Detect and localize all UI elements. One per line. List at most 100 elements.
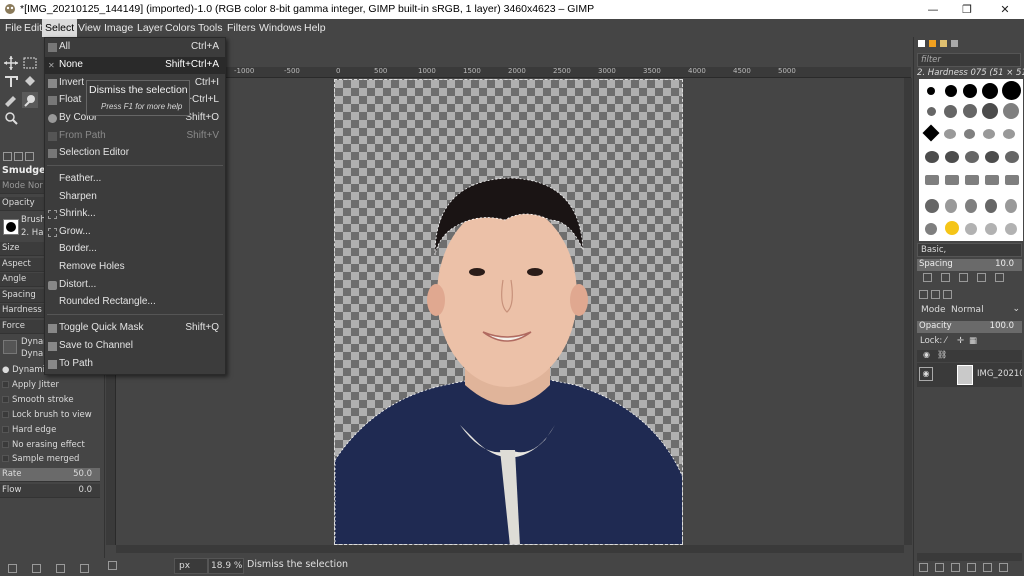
tab-tool-options-icon[interactable] [3, 152, 12, 161]
menu-item-border[interactable]: Border... [45, 241, 225, 258]
menu-filters[interactable]: Filters [224, 19, 259, 37]
no-erasing-check[interactable]: No erasing effect [2, 440, 85, 453]
apply-jitter-check[interactable]: Apply Jitter [2, 380, 59, 393]
new-group-icon[interactable] [935, 563, 944, 572]
menu-item-selection-editor[interactable]: Selection Editor [45, 145, 225, 162]
shrink-icon [48, 210, 57, 219]
pattern-icon[interactable] [929, 40, 936, 47]
image-canvas[interactable] [334, 79, 683, 545]
layer-mode-dropdown[interactable]: Normal [951, 305, 984, 315]
menu-item-save-to-channel[interactable]: Save to Channel [45, 338, 225, 355]
delete-brush-icon[interactable] [977, 273, 986, 282]
menu-item-none[interactable]: ✕ None Shift+Ctrl+A [45, 57, 225, 74]
brush-preset-dropdown[interactable]: Basic, [917, 243, 1022, 257]
save-options-icon[interactable] [8, 564, 17, 573]
tab-undo-icon[interactable] [25, 152, 34, 161]
pointer-icon [108, 561, 117, 570]
lower-layer-icon[interactable] [967, 563, 976, 572]
brush-name: 2. Hardness 075 (51 × 51) [917, 68, 1024, 78]
tab-device-status-icon[interactable] [14, 152, 23, 161]
vertical-scrollbar[interactable] [904, 78, 912, 545]
edit-brush-icon[interactable] [923, 273, 932, 282]
brush-selector[interactable]: Brush 2. Ha [0, 213, 46, 241]
menu-item-toggle-quick-mask[interactable]: Toggle Quick Mask Shift+Q [45, 320, 225, 337]
visibility-header-icon: ◉ [923, 350, 930, 359]
bucket-tool-icon[interactable] [22, 73, 38, 89]
smooth-stroke-check[interactable]: Smooth stroke [2, 395, 74, 408]
menu-item-remove-holes[interactable]: Remove Holes [45, 259, 225, 276]
duplicate-layer-icon[interactable] [983, 563, 992, 572]
tooltip: Dismiss the selection Press F1 for more … [86, 80, 190, 116]
dynamics-option[interactable]: ● Dynamic [2, 365, 50, 378]
menu-image[interactable]: Image [101, 19, 136, 37]
menu-windows[interactable]: Windows [256, 19, 305, 37]
paths-tab-icon[interactable] [943, 290, 952, 299]
smudge-tool-icon[interactable] [22, 92, 38, 108]
menu-item-all[interactable]: All Ctrl+A [45, 39, 225, 56]
layers-scrollbar[interactable] [917, 553, 1022, 561]
new-brush-icon[interactable] [941, 273, 950, 282]
reset-options-icon[interactable] [80, 564, 89, 573]
duplicate-brush-icon[interactable] [959, 273, 968, 282]
fg-color-icon[interactable] [918, 40, 925, 47]
menu-item-distort[interactable]: Distort... [45, 277, 225, 294]
menu-select[interactable]: Select [42, 19, 78, 37]
lock-pixels-icon[interactable]: ⁄ [945, 336, 946, 346]
menu-item-to-path[interactable]: To Path [45, 356, 225, 373]
horizontal-ruler[interactable]: -1000 -500 0 500 1000 1500 2000 2500 300… [116, 67, 911, 78]
menu-item-grow[interactable]: Grow... [45, 224, 225, 241]
dock-spacing-slider[interactable]: Spacing 10.0 [917, 259, 1022, 271]
layer-thumbnail [957, 365, 973, 385]
menu-item-sharpen[interactable]: Sharpen [45, 189, 225, 206]
sample-merged-check[interactable]: Sample merged [2, 454, 79, 467]
zoom-selector[interactable]: 18.9 % [208, 558, 244, 574]
layer-name: IMG_20210125 [977, 369, 1022, 379]
zoom-tool-icon[interactable] [3, 110, 19, 126]
transform-tool-icon[interactable] [3, 73, 19, 89]
brush-label: Brush [21, 215, 46, 225]
lock-position-icon[interactable]: ✛ [957, 336, 964, 346]
rate-slider[interactable]: Rate 50.0 [0, 468, 100, 482]
layer-row[interactable]: ◉ IMG_20210125 [917, 363, 1022, 387]
tool-options-tabs [0, 152, 44, 162]
menu-item-from-path[interactable]: From Path Shift+V [45, 128, 225, 145]
new-layer-icon[interactable] [919, 563, 928, 572]
delete-options-icon[interactable] [56, 564, 65, 573]
channels-tab-icon[interactable] [931, 290, 940, 299]
menu-colors[interactable]: Colors [162, 19, 198, 37]
close-button[interactable]: ✕ [986, 0, 1024, 19]
layers-tab-icon[interactable] [919, 290, 928, 299]
menu-help[interactable]: Help [301, 19, 329, 37]
lock-row: Lock: ⁄ ✛ ▦ [917, 336, 1022, 348]
brush-filter-input[interactable]: filter [917, 53, 1021, 67]
delete-layer-icon[interactable] [999, 563, 1008, 572]
rect-select-tool-icon[interactable] [22, 55, 38, 71]
brush-grid[interactable] [919, 79, 1023, 241]
restore-options-icon[interactable] [32, 564, 41, 573]
move-tool-icon[interactable] [3, 55, 19, 71]
unit-selector[interactable]: px [174, 558, 208, 574]
layer-opacity-slider[interactable]: Opacity 100.0 [917, 321, 1022, 333]
menu-item-feather[interactable]: Feather... [45, 171, 225, 188]
hard-edge-check[interactable]: Hard edge [2, 425, 56, 438]
dynamics-selector[interactable]: Dynam Dyna [0, 336, 51, 362]
mode-chevron-icon[interactable]: ⌄ [1012, 304, 1020, 314]
maximize-button[interactable]: ❐ [948, 0, 986, 19]
by-color-icon [48, 114, 57, 123]
float-icon [48, 96, 57, 105]
menu-tools[interactable]: Tools [195, 19, 226, 37]
menu-item-rounded-rectangle[interactable]: Rounded Rectangle... [45, 294, 225, 311]
horizontal-scrollbar[interactable] [116, 545, 904, 553]
lock-alpha-icon[interactable]: ▦ [969, 336, 977, 346]
menu-item-shrink[interactable]: Shrink... [45, 206, 225, 223]
paint-tool-icon[interactable] [3, 92, 19, 108]
refresh-brush-icon[interactable] [995, 273, 1004, 282]
menu-view[interactable]: View [75, 19, 104, 37]
raise-layer-icon[interactable] [951, 563, 960, 572]
lock-brush-check[interactable]: Lock brush to view [2, 410, 92, 423]
layer-visibility-icon[interactable]: ◉ [919, 367, 933, 381]
minimize-button[interactable]: — [914, 0, 952, 19]
flow-slider[interactable]: Flow 0.0 [0, 484, 100, 498]
gradient-icon[interactable] [940, 40, 947, 47]
font-icon[interactable] [951, 40, 958, 47]
